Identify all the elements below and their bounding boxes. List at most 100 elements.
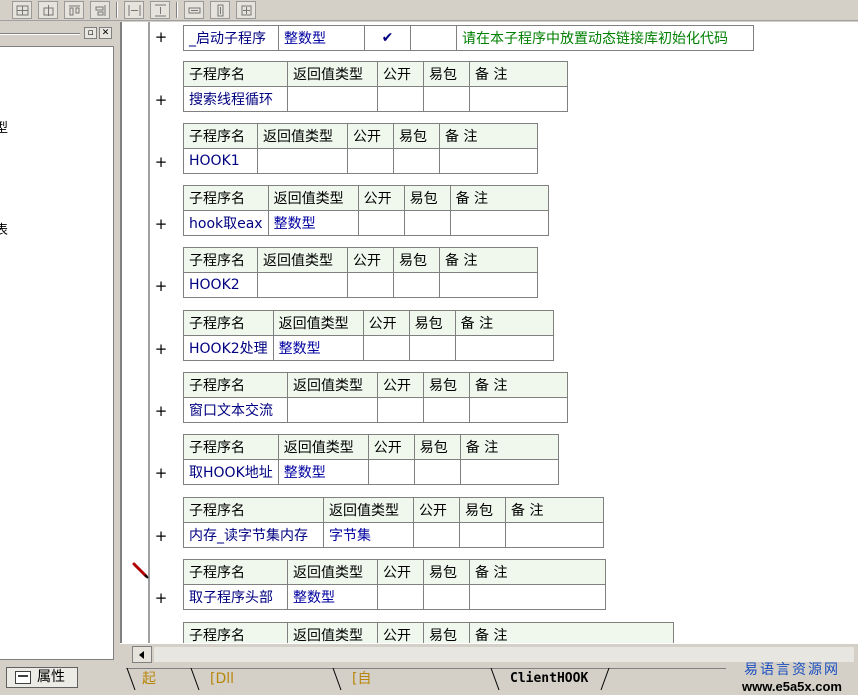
header-easy-pack: 易包 <box>393 123 440 149</box>
return-type[interactable]: 整数型 <box>287 584 378 610</box>
remark-cell[interactable] <box>469 397 568 423</box>
subroutine-name[interactable]: HOOK2 <box>183 272 258 298</box>
subroutine-name[interactable]: HOOK2处理 <box>183 335 274 361</box>
code-editor[interactable]: + _启动子程序 整数型 ✔ 请在本子程序中放置动态链接库初始化代码 子程序名返… <box>120 22 858 643</box>
same-height-icon[interactable] <box>210 1 230 19</box>
expand-icon[interactable]: + <box>154 591 168 606</box>
public-cell[interactable] <box>377 584 424 610</box>
tab-start-page[interactable]: 起始页 <box>128 667 170 691</box>
align-center-icon[interactable] <box>38 1 58 19</box>
return-type[interactable] <box>257 148 348 174</box>
expand-icon[interactable]: + <box>154 529 168 544</box>
align-right-icon[interactable] <box>90 1 110 19</box>
subroutine-table: 子程序名 返回值类型 公开 易包备 注内存_读字节集内存 字节集 <box>183 497 604 548</box>
same-width-icon[interactable] <box>184 1 204 19</box>
public-cell[interactable] <box>367 459 415 485</box>
return-type[interactable]: 整数型 <box>272 335 364 361</box>
header-return-type: 返回值类型 <box>257 247 348 273</box>
tree-item-label[interactable]: 表 <box>0 219 8 238</box>
subroutine-name[interactable]: _启动子程序 <box>183 25 279 51</box>
easy-pack-cell[interactable] <box>423 86 470 112</box>
expand-icon[interactable]: + <box>154 30 168 45</box>
remark-cell[interactable] <box>469 86 568 112</box>
remark-cell[interactable] <box>439 272 538 298</box>
public-cell[interactable] <box>347 148 394 174</box>
easy-pack-cell[interactable] <box>413 459 461 485</box>
close-icon[interactable]: ✕ <box>99 27 112 39</box>
subroutine-name[interactable]: 搜索线程循环 <box>183 86 288 112</box>
tab-custom-types[interactable]: [自定义数据类型表] <box>338 667 385 691</box>
same-size-icon[interactable] <box>236 1 256 19</box>
subroutine-name[interactable]: 内存_读字节集内存 <box>183 522 324 548</box>
remark-cell[interactable] <box>469 584 606 610</box>
left-panel: ▫ ✕ 型 表 <box>0 22 120 663</box>
return-type[interactable]: 字节集 <box>323 522 414 548</box>
align-top-icon[interactable] <box>64 1 84 19</box>
easy-pack-cell[interactable] <box>393 272 440 298</box>
tab-divider <box>600 667 610 691</box>
startup-subroutine-row: _启动子程序 整数型 ✔ 请在本子程序中放置动态链接库初始化代码 <box>183 25 754 51</box>
expand-icon[interactable]: + <box>154 93 168 108</box>
expand-icon[interactable]: + <box>154 342 168 357</box>
expand-icon[interactable]: + <box>154 155 168 170</box>
panel-grip[interactable] <box>0 33 80 35</box>
return-type[interactable]: 整数型 <box>267 210 359 236</box>
vertical-spacing-icon[interactable] <box>150 1 170 19</box>
public-cell[interactable] <box>362 335 410 361</box>
subroutine-name[interactable]: HOOK1 <box>183 148 258 174</box>
program-tree[interactable]: 型 表 <box>0 46 114 660</box>
easy-pack-cell[interactable] <box>423 397 470 423</box>
subroutine-name[interactable]: 取HOOK地址 <box>183 459 279 485</box>
remark-cell[interactable] <box>454 335 554 361</box>
properties-label: 属性 <box>37 669 65 685</box>
return-type[interactable] <box>287 86 378 112</box>
subroutine-name[interactable]: 窗口文本交流 <box>183 397 288 423</box>
header-remark: 备 注 <box>469 372 568 398</box>
horizontal-spacing-icon[interactable] <box>124 1 144 19</box>
tab-clienthook[interactable]: ClientHOOK <box>496 667 602 691</box>
easy-pack-cell[interactable] <box>393 148 440 174</box>
properties-button[interactable]: 属性 <box>6 667 78 688</box>
tab-dll-commands[interactable]: [Dll命令定义表] <box>196 667 248 691</box>
align-left-icon[interactable] <box>12 1 32 19</box>
public-cell[interactable] <box>357 210 405 236</box>
public-check-icon[interactable]: ✔ <box>364 25 411 51</box>
return-type[interactable] <box>257 272 348 298</box>
tree-item-label[interactable]: 型 <box>0 117 8 136</box>
return-type[interactable]: 整数型 <box>277 459 369 485</box>
header-easy-pack: 易包 <box>393 247 440 273</box>
easy-pack-cell[interactable] <box>408 335 456 361</box>
public-cell[interactable] <box>413 522 460 548</box>
easy-pack-cell[interactable] <box>410 25 457 51</box>
remark-cell[interactable] <box>459 459 559 485</box>
remark-cell[interactable] <box>505 522 604 548</box>
header-public: 公开 <box>362 310 410 336</box>
public-cell[interactable] <box>377 86 424 112</box>
easy-pack-cell[interactable] <box>459 522 506 548</box>
remark-cell[interactable] <box>439 148 538 174</box>
header-return-type: 返回值类型 <box>323 497 414 523</box>
return-type[interactable] <box>287 397 378 423</box>
subroutine-name[interactable]: 取子程序头部 <box>183 584 288 610</box>
return-type[interactable]: 整数型 <box>278 25 365 51</box>
public-cell[interactable] <box>377 397 424 423</box>
remark-cell[interactable]: 请在本子程序中放置动态链接库初始化代码 <box>456 25 754 51</box>
expand-icon[interactable]: + <box>154 279 168 294</box>
restore-icon[interactable]: ▫ <box>84 27 97 39</box>
header-easy-pack: 易包 <box>459 497 506 523</box>
easy-pack-cell[interactable] <box>423 584 470 610</box>
watermark-url: www.e5a5x.com <box>742 679 842 694</box>
toolbar-separator <box>116 2 118 18</box>
pen-icon <box>132 562 149 579</box>
public-cell[interactable] <box>347 272 394 298</box>
subroutine-name[interactable]: hook取eax <box>183 210 269 236</box>
expand-icon[interactable]: + <box>154 404 168 419</box>
expand-icon[interactable]: + <box>154 217 168 232</box>
scroll-left-icon[interactable] <box>132 646 152 663</box>
easy-pack-cell[interactable] <box>403 210 451 236</box>
remark-cell[interactable] <box>449 210 549 236</box>
header-return-type: 返回值类型 <box>287 622 378 643</box>
expand-icon[interactable]: + <box>154 466 168 481</box>
header-return-type: 返回值类型 <box>267 185 359 211</box>
header-remark: 备 注 <box>454 310 554 336</box>
